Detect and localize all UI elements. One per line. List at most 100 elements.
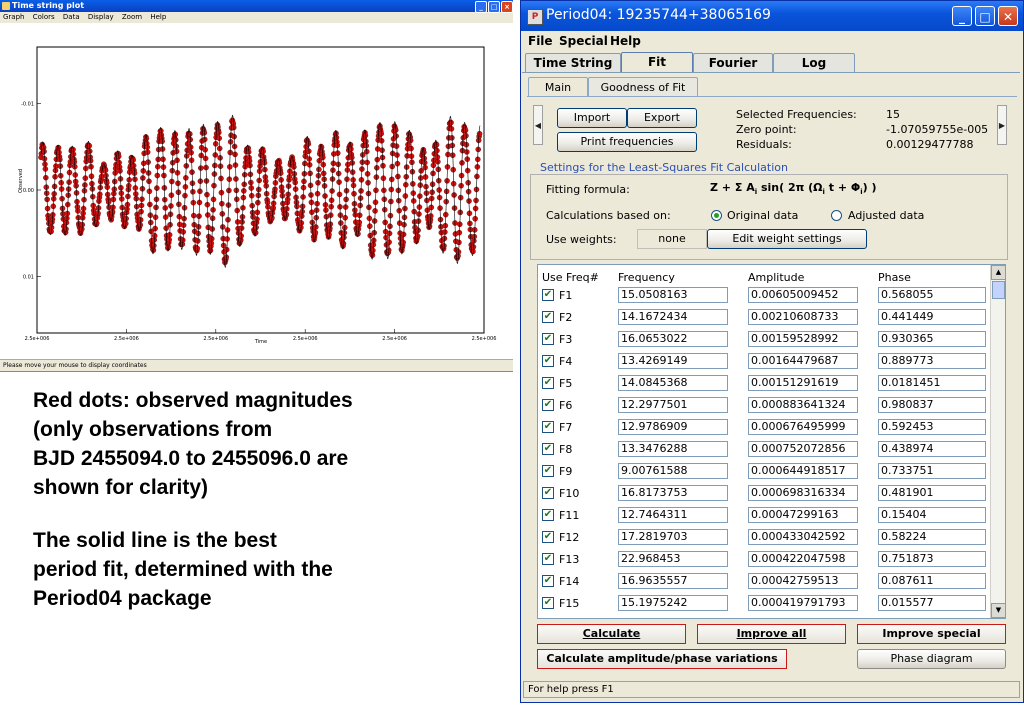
use-freq-checkbox[interactable]: ✔: [542, 553, 554, 565]
menu-file[interactable]: File: [528, 31, 553, 51]
use-freq-checkbox[interactable]: ✔: [542, 399, 554, 411]
frequency-field[interactable]: 14.1672434: [618, 309, 728, 325]
edit-weight-settings-button[interactable]: Edit weight settings: [707, 229, 867, 249]
frequency-field[interactable]: 13.3476288: [618, 441, 728, 457]
use-freq-checkbox[interactable]: ✔: [542, 289, 554, 301]
menu-display[interactable]: Display: [88, 13, 114, 21]
period04-titlebar[interactable]: P Period04: 19235744+38065169 _ □ ✕: [521, 1, 1023, 31]
phase-diagram-button[interactable]: Phase diagram: [857, 649, 1006, 669]
calculate-amplitude-phase-variations-button[interactable]: Calculate amplitude/phase variations: [537, 649, 787, 669]
amplitude-field[interactable]: 0.00164479687: [748, 353, 858, 369]
phase-field[interactable]: 0.568055: [878, 287, 986, 303]
frequency-field[interactable]: 12.7464311: [618, 507, 728, 523]
plot-area[interactable]: Observed Time -0.01 0.00 0.01 2.5e+006 2.5e…: [0, 23, 513, 359]
use-freq-checkbox[interactable]: ✔: [542, 333, 554, 345]
maximize-icon[interactable]: □: [975, 6, 995, 26]
frequency-field[interactable]: 16.0653022: [618, 331, 728, 347]
plot-titlebar[interactable]: Time string plot _ □ ×: [0, 0, 513, 13]
use-freq-checkbox[interactable]: ✔: [542, 311, 554, 323]
phase-field[interactable]: 0.889773: [878, 353, 986, 369]
adjusted-data-radio[interactable]: [831, 210, 842, 221]
minimize-icon[interactable]: _: [952, 6, 972, 26]
use-freq-checkbox[interactable]: ✔: [542, 421, 554, 433]
improve-special-button[interactable]: Improve special: [857, 624, 1006, 644]
tab-fourier[interactable]: Fourier: [693, 53, 773, 72]
scroll-up-icon[interactable]: ▲: [991, 265, 1005, 280]
right-arrow-icon[interactable]: ▶: [997, 105, 1007, 145]
export-button[interactable]: Export: [627, 108, 697, 128]
amplitude-field[interactable]: 0.000883641324: [748, 397, 858, 413]
tab-fit[interactable]: Fit: [621, 52, 693, 73]
frequency-field[interactable]: 9.00761588: [618, 463, 728, 479]
phase-field[interactable]: 0.438974: [878, 441, 986, 457]
frequency-field[interactable]: 17.2819703: [618, 529, 728, 545]
frequency-table[interactable]: Use Freq# Frequency Amplitude Phase ✔ F1 1…: [537, 264, 1006, 619]
scroll-thumb[interactable]: [992, 281, 1005, 299]
amplitude-field[interactable]: 0.000422047598: [748, 551, 858, 567]
menu-help[interactable]: Help: [150, 13, 166, 21]
menu-zoom[interactable]: Zoom: [122, 13, 142, 21]
menu-help[interactable]: Help: [610, 31, 641, 51]
menu-special[interactable]: Special: [559, 31, 608, 51]
calculate-button[interactable]: Calculate: [537, 624, 686, 644]
tab-time-string[interactable]: Time String: [525, 53, 621, 72]
amplitude-field[interactable]: 0.000676495999: [748, 419, 858, 435]
import-button[interactable]: Import: [557, 108, 627, 128]
frequency-field[interactable]: 16.8173753: [618, 485, 728, 501]
frequency-field[interactable]: 13.4269149: [618, 353, 728, 369]
frequency-field[interactable]: 15.1975242: [618, 595, 728, 611]
print-frequencies-button[interactable]: Print frequencies: [557, 132, 697, 152]
phase-field[interactable]: 0.0181451: [878, 375, 986, 391]
amplitude-field[interactable]: 0.000644918517: [748, 463, 858, 479]
use-freq-checkbox[interactable]: ✔: [542, 575, 554, 587]
use-freq-checkbox[interactable]: ✔: [542, 487, 554, 499]
frequency-field[interactable]: 12.9786909: [618, 419, 728, 435]
phase-field[interactable]: 0.980837: [878, 397, 986, 413]
use-freq-checkbox[interactable]: ✔: [542, 597, 554, 609]
time-string-chart[interactable]: Observed Time -0.010.000.01 2.5e+006 2.5e…: [0, 23, 513, 359]
frequency-field[interactable]: 12.2977501: [618, 397, 728, 413]
amplitude-field[interactable]: 0.00605009452: [748, 287, 858, 303]
tab-goodness-of-fit[interactable]: Goodness of Fit: [588, 77, 698, 96]
amplitude-field[interactable]: 0.00047299163: [748, 507, 858, 523]
use-freq-checkbox[interactable]: ✔: [542, 443, 554, 455]
phase-field[interactable]: 0.58224: [878, 529, 986, 545]
use-freq-checkbox[interactable]: ✔: [542, 377, 554, 389]
phase-field[interactable]: 0.15404: [878, 507, 986, 523]
use-freq-checkbox[interactable]: ✔: [542, 509, 554, 521]
phase-field[interactable]: 0.087611: [878, 573, 986, 589]
frequency-field[interactable]: 16.9635557: [618, 573, 728, 589]
phase-field[interactable]: 0.751873: [878, 551, 986, 567]
use-freq-checkbox[interactable]: ✔: [542, 531, 554, 543]
use-freq-checkbox[interactable]: ✔: [542, 355, 554, 367]
phase-field[interactable]: 0.930365: [878, 331, 986, 347]
menu-graph[interactable]: Graph: [3, 13, 24, 21]
left-arrow-icon[interactable]: ◀: [533, 105, 543, 145]
tab-main[interactable]: Main: [528, 77, 588, 96]
amplitude-field[interactable]: 0.00210608733: [748, 309, 858, 325]
use-freq-checkbox[interactable]: ✔: [542, 465, 554, 477]
phase-field[interactable]: 0.481901: [878, 485, 986, 501]
amplitude-field[interactable]: 0.00159528992: [748, 331, 858, 347]
tab-log[interactable]: Log: [773, 53, 855, 72]
amplitude-field[interactable]: 0.000419791793: [748, 595, 858, 611]
phase-field[interactable]: 0.733751: [878, 463, 986, 479]
phase-field[interactable]: 0.592453: [878, 419, 986, 435]
frequency-field[interactable]: 14.0845368: [618, 375, 728, 391]
amplitude-field[interactable]: 0.00151291619: [748, 375, 858, 391]
improve-all-button[interactable]: Improve all: [697, 624, 846, 644]
close-icon[interactable]: ✕: [998, 6, 1018, 26]
amplitude-field[interactable]: 0.000433042592: [748, 529, 858, 545]
amplitude-field[interactable]: 0.00042759513: [748, 573, 858, 589]
frequency-field[interactable]: 22.968453: [618, 551, 728, 567]
original-data-radio[interactable]: [711, 210, 722, 221]
scroll-down-icon[interactable]: ▼: [991, 603, 1005, 618]
menu-colors[interactable]: Colors: [33, 13, 55, 21]
frequency-field[interactable]: 15.0508163: [618, 287, 728, 303]
phase-field[interactable]: 0.441449: [878, 309, 986, 325]
phase-field[interactable]: 0.015577: [878, 595, 986, 611]
amplitude-field[interactable]: 0.000698316334: [748, 485, 858, 501]
vertical-scrollbar[interactable]: ▲ ▼: [990, 265, 1005, 618]
menu-data[interactable]: Data: [63, 13, 80, 21]
amplitude-field[interactable]: 0.000752072856: [748, 441, 858, 457]
